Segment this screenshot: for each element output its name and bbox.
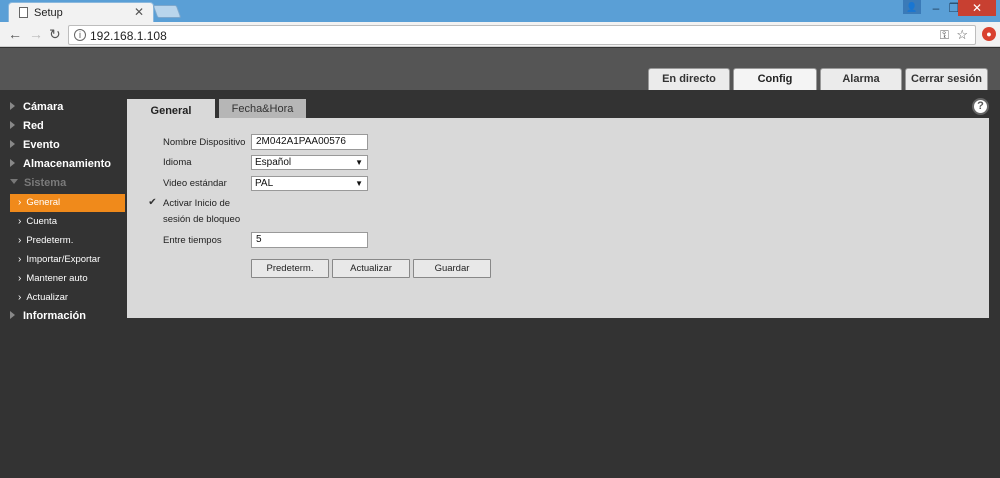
expand-icon [10, 311, 15, 319]
browser-tabstrip: Setup ✕ 👤 – ❐ ✕ [0, 0, 1000, 22]
new-tab-button[interactable] [152, 5, 182, 18]
interval-label: Entre tiempos [163, 235, 222, 246]
lock-login-label-line2: sesión de bloqueo [163, 214, 241, 225]
sidebar-item-default[interactable]: › Predeterm. [10, 232, 125, 250]
browser-toolbar: ← → ↻ i 192.168.1.108 ⚿ ☆ ● [0, 22, 1000, 47]
device-name-input[interactable]: 2M042A1PAA00576 [251, 134, 368, 150]
sidebar-item-account[interactable]: › Cuenta [10, 213, 125, 231]
lock-login-checkbox[interactable]: ✔ [147, 197, 158, 208]
device-name-label: Nombre Dispositivo [163, 137, 246, 148]
info-icon[interactable]: i [74, 29, 86, 41]
close-window-button[interactable]: ✕ [958, 0, 996, 16]
sidebar-item-general[interactable]: › General [10, 194, 125, 212]
key-icon[interactable]: ⚿ [940, 28, 949, 43]
sidebar-item-auto-maintain[interactable]: › Mantener auto [10, 270, 125, 288]
save-button[interactable]: Guardar [413, 259, 491, 278]
chevron-right-icon: › [18, 216, 22, 227]
chevron-right-icon: › [18, 235, 22, 246]
tab-general[interactable]: General [127, 99, 215, 119]
default-button[interactable]: Predeterm. [251, 259, 329, 278]
tab-live[interactable]: En directo [648, 68, 730, 90]
back-icon[interactable]: ← [8, 26, 22, 42]
chevron-right-icon: › [18, 197, 22, 208]
sidebar-category-storage[interactable]: Almacenamiento [10, 155, 111, 174]
refresh-button[interactable]: Actualizar [332, 259, 410, 278]
tab-config[interactable]: Config [733, 68, 817, 90]
video-standard-label: Video estándar [163, 178, 227, 189]
expand-icon [10, 159, 15, 167]
help-icon[interactable]: ? [972, 98, 989, 115]
video-standard-select-value: PAL [255, 178, 274, 189]
app-header: En directo Config Alarma Cerrar sesión [0, 48, 1000, 90]
dropdown-arrow-icon: ▼ [355, 158, 363, 167]
language-label: Idioma [163, 157, 192, 168]
tab-alarm[interactable]: Alarma [820, 68, 902, 90]
sidebar-category-system[interactable]: Sistema [10, 174, 66, 193]
sidebar-item-import-export[interactable]: › Importar/Exportar [10, 251, 125, 269]
sidebar: Cámara Red Evento Almacenamiento Sistema… [0, 90, 126, 478]
extension-icon[interactable]: ● [982, 27, 996, 41]
video-standard-select[interactable]: PAL ▼ [251, 176, 368, 191]
dropdown-arrow-icon: ▼ [355, 179, 363, 188]
expand-icon [10, 121, 15, 129]
sidebar-category-event[interactable]: Evento [10, 136, 60, 155]
language-select[interactable]: Español ▼ [251, 155, 368, 170]
tab-logout[interactable]: Cerrar sesión [905, 68, 988, 90]
page-icon [19, 7, 28, 18]
interval-input[interactable]: 5 [251, 232, 368, 248]
tab-date-time[interactable]: Fecha&Hora [219, 99, 306, 119]
url-text[interactable]: 192.168.1.108 [90, 29, 167, 43]
sidebar-category-network[interactable]: Red [10, 117, 44, 136]
chevron-right-icon: › [18, 292, 22, 303]
sidebar-item-upgrade[interactable]: › Actualizar [10, 289, 125, 307]
sidebar-category-info[interactable]: Información [10, 307, 86, 326]
forward-icon[interactable]: → [29, 26, 43, 42]
close-tab-icon[interactable]: ✕ [134, 5, 144, 19]
language-select-value: Español [255, 157, 292, 168]
lock-login-label-line1: Activar Inicio de [163, 198, 231, 209]
browser-tab[interactable]: Setup ✕ [8, 2, 154, 22]
expand-icon [10, 102, 15, 110]
bookmark-star-icon[interactable]: ☆ [956, 27, 968, 43]
browser-tab-title: Setup [34, 7, 63, 19]
expand-icon [10, 140, 15, 148]
reload-icon[interactable]: ↻ [49, 26, 61, 42]
chevron-right-icon: › [18, 273, 22, 284]
collapse-icon [10, 179, 18, 184]
address-bar[interactable]: i 192.168.1.108 ⚿ ☆ [68, 25, 976, 45]
chevron-right-icon: › [18, 254, 22, 265]
sidebar-category-camera[interactable]: Cámara [10, 98, 63, 117]
